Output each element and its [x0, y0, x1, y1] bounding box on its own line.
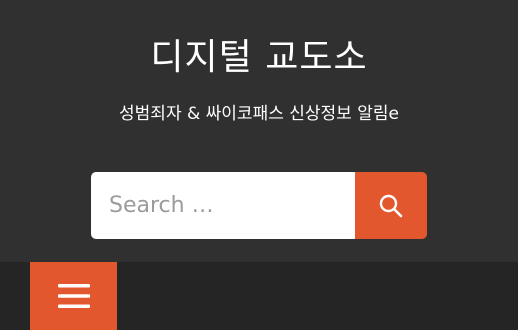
- hamburger-menu-icon: [57, 284, 90, 308]
- menu-toggle-button[interactable]: [30, 262, 117, 330]
- search-form: [91, 172, 427, 239]
- site-header: 디지털 교도소 성범죄자 & 싸이코패스 신상정보 알림e: [0, 0, 518, 262]
- site-title[interactable]: 디지털 교도소: [0, 34, 518, 82]
- search-icon: [379, 194, 403, 217]
- search-button[interactable]: [355, 172, 427, 239]
- site-tagline: 성범죄자 & 싸이코패스 신상정보 알림e: [119, 104, 399, 124]
- navigation-bar: [0, 262, 518, 330]
- search-input[interactable]: [91, 172, 355, 239]
